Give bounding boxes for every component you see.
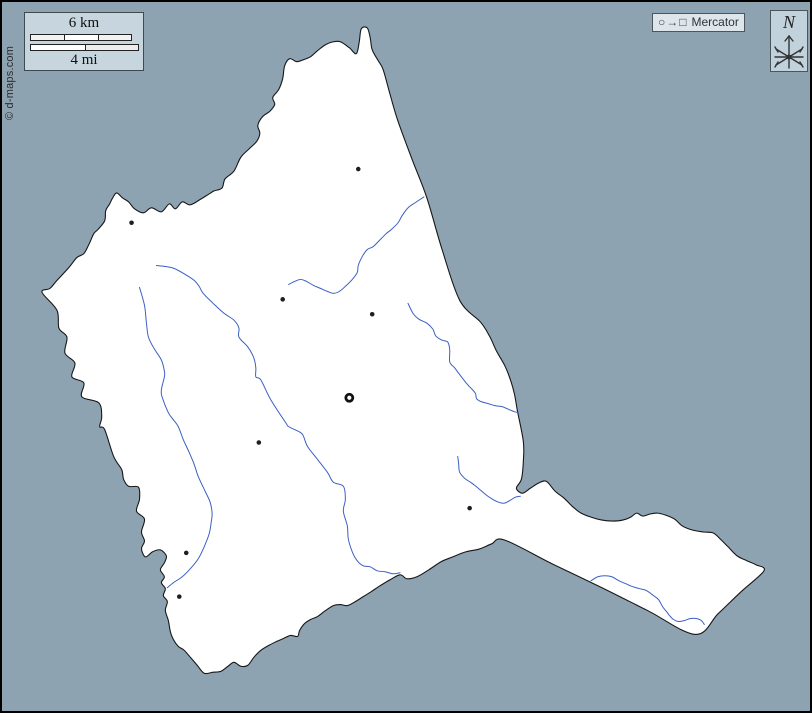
map-svg [2,2,810,711]
scale-bar-segment [98,35,131,40]
scale-bar-segment [85,45,139,50]
city-dot [129,220,134,225]
scale-bar-segment [64,35,97,40]
scale-bar-panel: 6 km 4 mi [24,12,144,71]
map-canvas: © d-maps.com 6 km 4 mi ○→□ Mercator N [0,0,812,713]
city-dot [356,167,361,172]
scale-km-bar [30,34,132,41]
scale-mi-label: 4 mi [25,51,143,69]
projection-symbol-icon: ○→□ [658,14,688,31]
city-dot [177,594,182,599]
projection-panel: ○→□ Mercator [652,13,745,32]
land-outline [42,27,765,674]
city-dot [280,297,285,302]
city-dot [467,506,472,511]
city-dot [184,551,189,556]
scale-km-label: 6 km [25,14,143,32]
city-dot [370,312,375,317]
scale-bar-segment [31,45,85,50]
map-layers [42,27,765,674]
credit-watermark: © d-maps.com [4,46,16,120]
capital-city-ring [346,394,353,401]
compass-rose-icon [771,32,807,72]
scale-mi-bar [30,44,139,51]
scale-bar-segment [31,35,64,40]
projection-label: Mercator [692,14,739,31]
compass-north-label: N [771,12,807,32]
city-dot [257,440,262,445]
compass-panel: N [770,10,808,72]
